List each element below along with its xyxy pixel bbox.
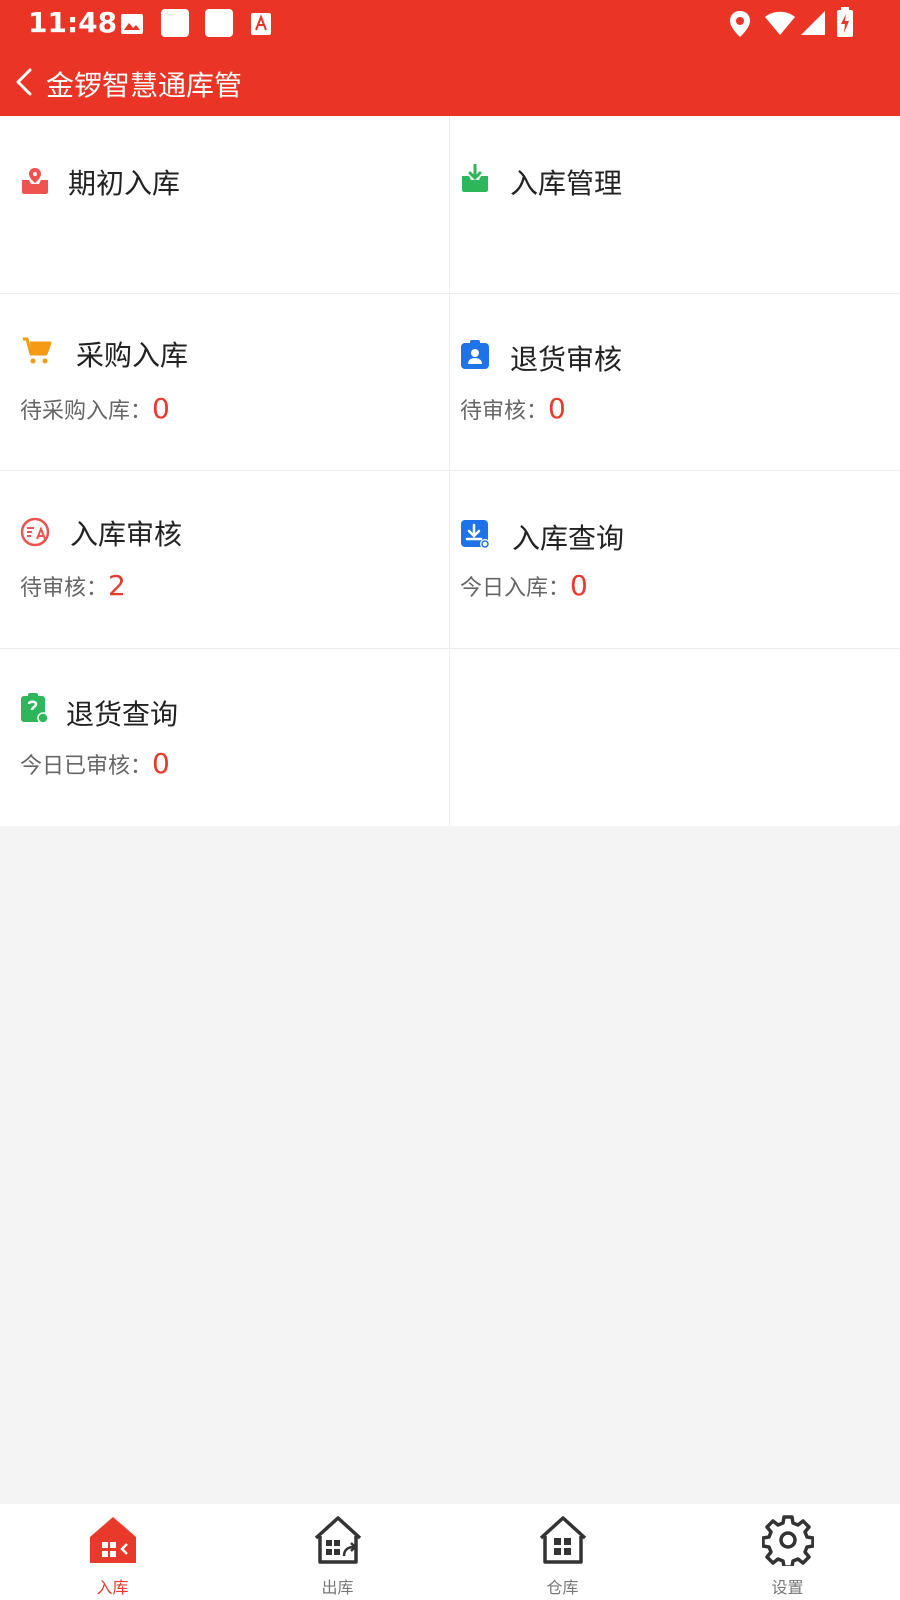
inbound-review-card[interactable]: 入库审核 待审核：2: [0, 471, 449, 648]
app-notification-icon: [161, 9, 189, 37]
tab-outbound[interactable]: 出库: [225, 1504, 450, 1600]
gear-icon: [762, 1515, 814, 1566]
shopping-cart-icon: [23, 337, 52, 364]
today-reviewed-count: 0: [152, 747, 170, 780]
purchase-inbound-card[interactable]: 采购入库 待采购入库：0: [0, 294, 449, 471]
app-title: 金锣智慧通库管: [46, 69, 243, 102]
inbound-query-label: 入库查询: [512, 522, 625, 555]
opening-stock-card[interactable]: 期初入库: [0, 116, 449, 293]
today-inbound-count: 0: [570, 569, 588, 602]
return-review-stat: 待审核：0: [460, 392, 566, 425]
return-review-pending-label: 待审核：: [460, 399, 549, 424]
return-review-label: 退货审核: [510, 343, 623, 376]
return-query-stat: 今日已审核：0: [20, 747, 170, 780]
tab-inbound[interactable]: 入库: [0, 1504, 225, 1600]
inbound-review-icon: [20, 517, 50, 547]
purchase-pending-count: 0: [152, 392, 170, 425]
inbound-review-label: 入库审核: [70, 518, 183, 551]
wifi-icon: [765, 11, 795, 35]
tab-warehouse-label: 仓库: [546, 1578, 579, 1597]
return-review-pending-count: 0: [548, 392, 566, 425]
purchase-inbound-label: 采购入库: [76, 339, 189, 372]
inbound-house-icon: [90, 1517, 136, 1563]
inbound-query-card[interactable]: 入库查询 今日入库：0: [450, 471, 899, 648]
inbound-review-pending-count: 2: [108, 569, 126, 602]
opening-stock-label: 期初入库: [68, 167, 181, 200]
inbound-management-label: 入库管理: [510, 167, 623, 200]
grid-divider: [0, 293, 900, 294]
opening-stock-icon: [22, 168, 48, 194]
gallery-notification-icon: [121, 14, 143, 34]
inbound-query-icon: [461, 520, 490, 549]
return-review-card[interactable]: 退货审核 待审核：0: [450, 294, 899, 471]
inbound-review-stat: 待审核：2: [20, 569, 126, 602]
tab-settings-label: 设置: [771, 1578, 804, 1597]
bottom-tab-bar: 入库 出库 仓库 设置: [0, 1504, 900, 1600]
cellular-signal-icon: [801, 11, 825, 35]
return-query-icon: [21, 693, 49, 723]
app-notification-icon-2: [205, 9, 233, 37]
battery-charging-icon: [837, 7, 853, 37]
purchase-pending-label: 待采购入库：: [20, 399, 153, 424]
purchase-inbound-stat: 待采购入库：0: [20, 392, 170, 425]
inbound-management-card[interactable]: 入库管理: [450, 116, 899, 293]
inbound-review-pending-label: 待审核：: [20, 576, 109, 601]
today-reviewed-label: 今日已审核：: [20, 754, 153, 779]
app-bar: 金锣智慧通库管: [0, 48, 900, 116]
status-time: 11:48: [28, 6, 118, 39]
return-query-label: 退货查询: [66, 698, 179, 731]
empty-cell: [450, 649, 899, 826]
grid-divider: [0, 648, 900, 649]
grid-divider: [0, 470, 900, 471]
status-bar: 11:48: [0, 0, 900, 48]
tab-outbound-label: 出库: [321, 1578, 354, 1597]
warehouse-house-icon: [539, 1516, 587, 1564]
outbound-house-icon: [314, 1516, 362, 1564]
inbound-management-icon: [462, 164, 488, 192]
return-review-icon: [461, 340, 489, 369]
return-query-card[interactable]: 退货查询 今日已审核：0: [0, 649, 449, 826]
pdf-notification-icon: [251, 13, 271, 35]
tab-settings[interactable]: 设置: [675, 1504, 900, 1600]
tab-warehouse[interactable]: 仓库: [450, 1504, 675, 1600]
inbound-query-stat: 今日入库：0: [460, 569, 588, 602]
back-arrow-icon[interactable]: [6, 62, 46, 102]
location-icon: [730, 11, 750, 37]
tab-inbound-label: 入库: [96, 1578, 129, 1597]
today-inbound-label: 今日入库：: [460, 576, 571, 601]
